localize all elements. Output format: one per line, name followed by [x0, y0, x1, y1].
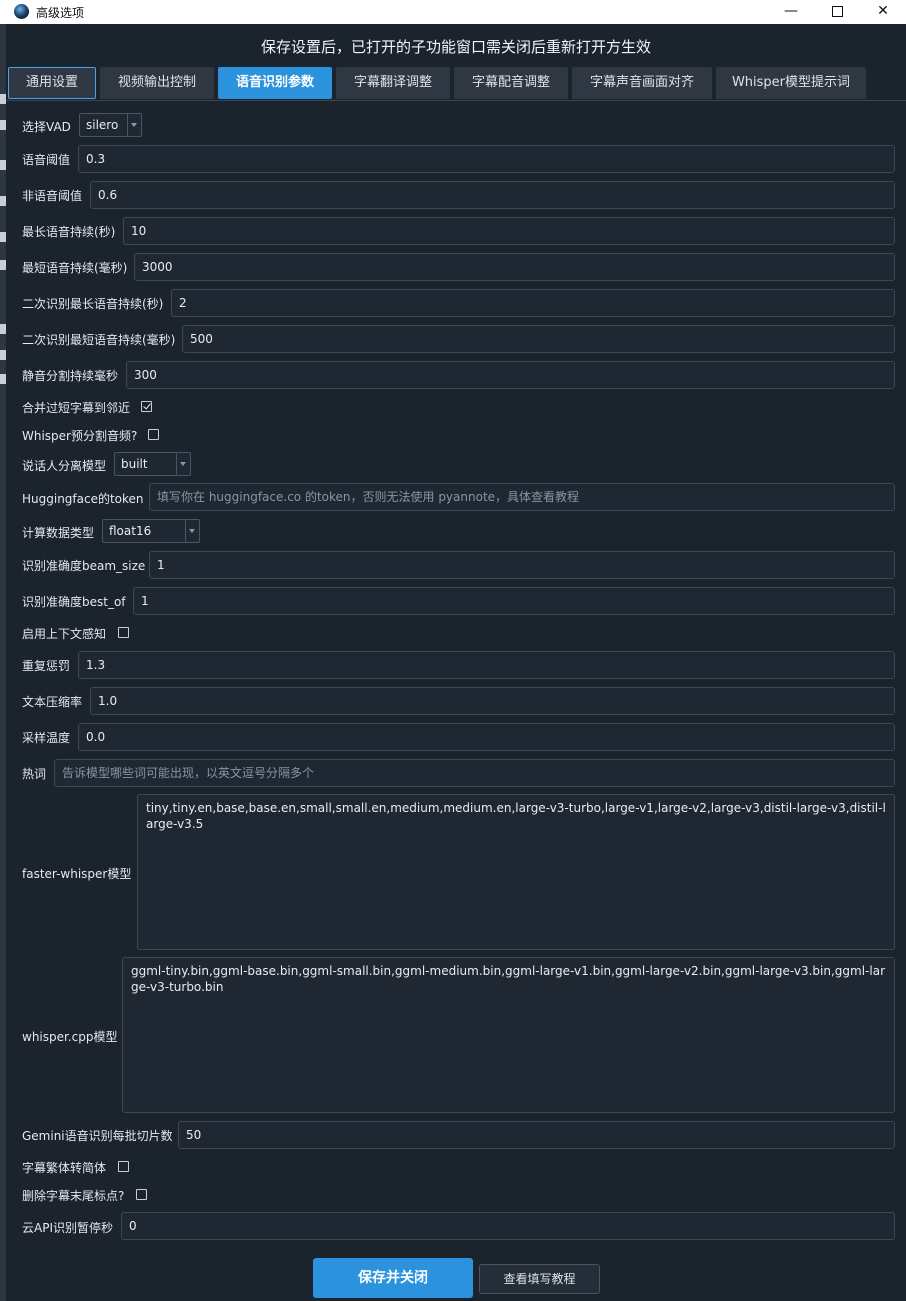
best-of-input[interactable]: 1 [133, 587, 895, 615]
merge-short-checkbox[interactable] [141, 401, 152, 412]
chevron-down-icon [176, 453, 190, 475]
cloud-pause-input[interactable]: 0 [121, 1212, 895, 1240]
beam-size-label: 识别准确度beam_size [22, 559, 146, 573]
chevron-down-icon [127, 114, 141, 136]
nonspeech-threshold-label: 非语音阈值 [22, 189, 83, 203]
faster-whisper-models-label: faster-whisper模型 [22, 867, 132, 881]
app-logo-icon [14, 4, 29, 19]
close-button[interactable]: ✕ [860, 0, 906, 24]
whisper-cpp-models-textarea[interactable]: ggml-tiny.bin,ggml-base.bin,ggml-small.b… [122, 957, 895, 1113]
diarization-label: 说话人分离模型 [22, 459, 107, 473]
title-bar: 高级选项 — ✕ [0, 0, 906, 24]
compute-type-label: 计算数据类型 [22, 526, 95, 540]
hf-token-label: Huggingface的token [22, 492, 144, 506]
context-checkbox[interactable] [118, 627, 129, 638]
hf-token-input[interactable]: 填写你在 huggingface.co 的token，否则无法使用 pyanno… [149, 483, 895, 511]
best-of-label: 识别准确度best_of [22, 595, 126, 609]
beam-size-input[interactable]: 1 [149, 551, 895, 579]
gemini-batch-input[interactable]: 50 [178, 1121, 895, 1149]
vad-select[interactable]: silero [79, 113, 142, 137]
max-speech-label: 最长语音持续(秒) [22, 225, 116, 239]
tab-whisper-prompt[interactable]: Whisper模型提示词 [716, 67, 866, 99]
remove-trailing-punct-label: 删除字幕末尾标点? [22, 1189, 125, 1203]
cloud-pause-label: 云API识别暂停秒 [22, 1221, 113, 1235]
hotwords-input[interactable]: 告诉模型哪些词可能出现，以英文逗号分隔多个 [54, 759, 895, 787]
second-min-speech-label: 二次识别最短语音持续(毫秒) [22, 333, 176, 347]
whisper-presplit-label: Whisper预分割音频? [22, 429, 138, 443]
maximize-icon [831, 6, 843, 17]
minimize-button[interactable]: — [768, 0, 814, 24]
temperature-input[interactable]: 0.0 [78, 723, 895, 751]
tab-av-alignment[interactable]: 字幕声音画面对齐 [572, 67, 712, 99]
repetition-penalty-input[interactable]: 1.3 [78, 651, 895, 679]
hotwords-label: 热词 [22, 767, 47, 781]
context-label: 启用上下文感知 [22, 627, 107, 641]
compression-ratio-input[interactable]: 1.0 [90, 687, 895, 715]
silence-split-input[interactable]: 300 [126, 361, 895, 389]
remove-trailing-punct-checkbox[interactable] [136, 1189, 147, 1200]
traditional-to-simplified-label: 字幕繁体转简体 [22, 1161, 107, 1175]
tab-subtitle-dubbing[interactable]: 字幕配音调整 [454, 67, 568, 99]
diarization-select[interactable]: built [114, 452, 191, 476]
tab-general[interactable]: 通用设置 [8, 67, 96, 99]
whisper-cpp-models-label: whisper.cpp模型 [22, 1030, 118, 1044]
vad-select-value: silero [86, 118, 119, 132]
diarization-select-value: built [121, 457, 148, 471]
temperature-label: 采样温度 [22, 731, 71, 745]
tab-speech-recognition[interactable]: 语音识别参数 [218, 67, 332, 99]
second-max-speech-label: 二次识别最长语音持续(秒) [22, 297, 164, 311]
min-speech-label: 最短语音持续(毫秒) [22, 261, 128, 275]
nonspeech-threshold-input[interactable]: 0.6 [90, 181, 895, 209]
gemini-batch-label: Gemini语音识别每批切片数 [22, 1129, 173, 1143]
compute-type-select[interactable]: float16 [102, 519, 200, 543]
repetition-penalty-label: 重复惩罚 [22, 659, 71, 673]
vad-label: 选择VAD [22, 120, 71, 134]
tab-subtitle-translation[interactable]: 字幕翻译调整 [336, 67, 450, 99]
compute-type-select-value: float16 [109, 524, 152, 538]
max-speech-input[interactable]: 10 [123, 217, 895, 245]
speech-threshold-input[interactable]: 0.3 [78, 145, 895, 173]
min-speech-input[interactable]: 3000 [134, 253, 895, 281]
merge-short-label: 合并过短字幕到邻近 [22, 401, 131, 415]
traditional-to-simplified-checkbox[interactable] [118, 1161, 129, 1172]
window-title: 高级选项 [36, 6, 85, 20]
speech-recognition-panel: 选择VAD silero 语音阈值 0.3 非语音阈值 0.6 最长语音持续(秒… [6, 100, 906, 1252]
chevron-down-icon [185, 520, 199, 542]
second-min-speech-input[interactable]: 500 [182, 325, 895, 353]
tab-video-output[interactable]: 视频输出控制 [100, 67, 214, 99]
save-and-close-button[interactable]: 保存并关闭 [313, 1258, 473, 1298]
speech-threshold-label: 语音阈值 [22, 153, 71, 167]
second-max-speech-input[interactable]: 2 [171, 289, 895, 317]
silence-split-label: 静音分割持续毫秒 [22, 369, 119, 383]
whisper-presplit-checkbox[interactable] [148, 429, 159, 440]
compression-ratio-label: 文本压缩率 [22, 695, 83, 709]
maximize-button[interactable] [814, 0, 860, 24]
faster-whisper-models-textarea[interactable]: tiny,tiny.en,base,base.en,small,small.en… [137, 794, 895, 950]
restart-notice: 保存设置后，已打开的子功能窗口需关闭后重新打开方生效 [260, 38, 651, 56]
view-tutorial-button[interactable]: 查看填写教程 [479, 1264, 600, 1294]
